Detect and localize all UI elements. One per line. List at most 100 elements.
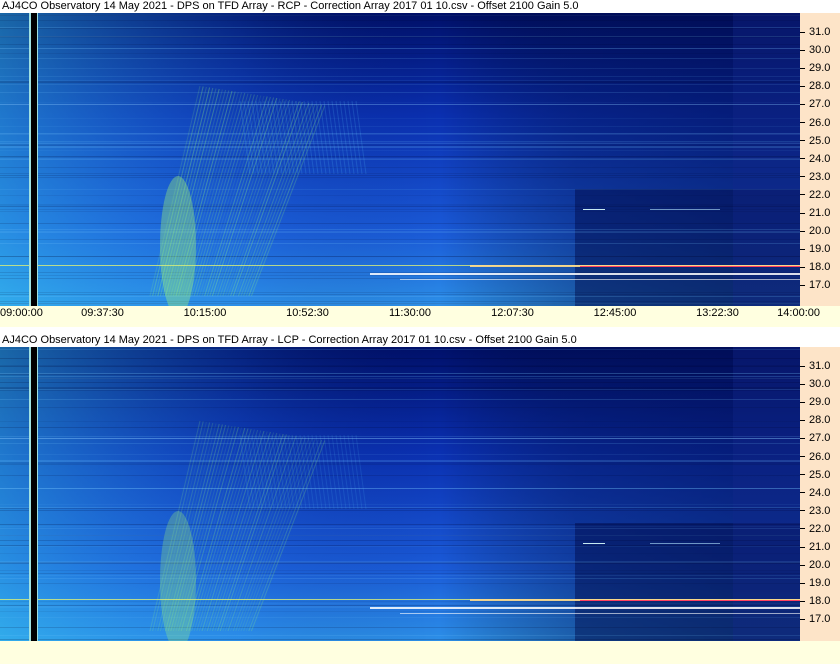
noise-streak — [0, 76, 800, 77]
noise-streak — [0, 528, 800, 529]
frequency-tick-label: 31.0 — [800, 360, 830, 372]
frequency-tick-mark — [800, 383, 805, 385]
frequency-tick-label: 25.0 — [800, 135, 830, 147]
noise-streak — [0, 146, 800, 147]
noise-streak — [0, 545, 800, 546]
frequency-tick-text: 20.0 — [809, 225, 831, 238]
rcp-spectrogram — [0, 13, 800, 306]
frequency-tick-label: 29.0 — [800, 396, 830, 408]
noise-streak — [0, 570, 800, 571]
frequency-tick-text: 31.0 — [809, 360, 831, 372]
noise-streak — [0, 256, 800, 257]
dash-21mhz — [583, 209, 605, 210]
frequency-tick-label: 24.0 — [800, 487, 830, 499]
frequency-tick-label: 31.0 — [800, 26, 830, 38]
frequency-tick-label: 20.0 — [800, 559, 830, 571]
noise-streak — [0, 578, 800, 579]
frequency-tick-mark — [800, 600, 805, 602]
frequency-tick-mark — [800, 401, 805, 403]
noise-streak — [0, 142, 800, 143]
noise-streak — [0, 44, 800, 45]
noise-streak — [0, 463, 800, 464]
frequency-tick-label: 30.0 — [800, 378, 830, 390]
noise-streak — [0, 583, 800, 584]
noise-streak — [0, 461, 800, 462]
noise-streak — [0, 28, 800, 29]
noise-streak — [0, 301, 800, 302]
frequency-tick-text: 23.0 — [809, 170, 831, 183]
frequency-tick-label: 27.0 — [800, 432, 830, 444]
frequency-tick-label: 26.0 — [800, 117, 830, 129]
frequency-tick-mark — [800, 456, 805, 458]
noise-streak — [0, 232, 800, 233]
frequency-tick-text: 29.0 — [809, 396, 831, 409]
frequency-tick-label: 17.0 — [800, 279, 830, 291]
spectrogram-canvas — [0, 347, 800, 641]
emission-line-d — [400, 279, 800, 280]
spectrogram-canvas — [0, 13, 800, 306]
noise-streak — [0, 378, 800, 379]
frequency-tick-label: 18.0 — [800, 595, 830, 607]
noise-streak — [0, 195, 800, 196]
frequency-tick-label: 22.0 — [800, 523, 830, 535]
noise-streak — [0, 488, 800, 489]
frequency-tick-mark — [800, 31, 805, 33]
noise-streak — [0, 204, 800, 205]
artifact-edge — [37, 13, 38, 306]
frequency-tick-label: 18.0 — [800, 261, 830, 273]
noise-streak — [0, 475, 800, 476]
noise-streak — [0, 145, 800, 146]
artifact-line — [31, 347, 37, 641]
noise-streak — [0, 68, 800, 69]
frequency-tick-mark — [800, 528, 805, 530]
noise-streak — [0, 157, 800, 158]
noise-streak — [0, 553, 800, 554]
frequency-tick-label: 24.0 — [800, 153, 830, 165]
frequency-tick-mark — [800, 103, 805, 105]
time-tick-label: 10:52:30 — [286, 307, 329, 319]
noise-streak — [0, 443, 800, 444]
noise-streak — [0, 80, 800, 81]
frequency-tick-text: 29.0 — [809, 62, 831, 75]
frequency-tick-mark — [800, 122, 805, 124]
noise-streak — [0, 390, 800, 391]
frequency-tick-mark — [800, 492, 805, 494]
noise-streak — [0, 563, 800, 564]
frequency-tick-mark — [800, 248, 805, 250]
frequency-tick-text: 31.0 — [809, 26, 831, 38]
frequency-tick-text: 27.0 — [809, 432, 831, 445]
noise-streak — [0, 617, 800, 618]
frequency-tick-label: 28.0 — [800, 414, 830, 426]
noise-streak — [0, 407, 800, 408]
frequency-tick-text: 24.0 — [809, 486, 831, 499]
noise-streak — [0, 92, 800, 93]
noise-streak — [0, 141, 800, 142]
noise-streak — [0, 239, 800, 240]
noise-streak — [0, 504, 800, 505]
frequency-tick-label: 26.0 — [800, 451, 830, 463]
artifact-edge — [29, 347, 31, 641]
noise-streak — [0, 159, 800, 160]
noise-streak — [0, 150, 800, 151]
frequency-tick-text: 20.0 — [809, 559, 831, 572]
noise-streak — [0, 126, 800, 127]
time-tick-label: 11:30:00 — [388, 307, 432, 319]
noise-streak — [0, 387, 800, 388]
frequency-tick-mark — [800, 582, 805, 584]
noise-streak — [0, 388, 800, 389]
late-band — [733, 347, 800, 641]
frequency-tick-text: 28.0 — [809, 414, 831, 427]
noise-streak — [0, 573, 800, 574]
frequency-tick-label: 19.0 — [800, 243, 830, 255]
noise-streak — [0, 134, 800, 135]
noise-streak — [0, 272, 800, 273]
frequency-tick-label: 17.0 — [800, 613, 830, 625]
noise-streak — [0, 231, 800, 232]
lcp-frequency-axis: 31.0 30.0 29.0 28.0 27.0 26.0 25.0 24.0 23.0 22.0… — [800, 347, 840, 641]
emission-line-d — [400, 613, 800, 614]
noise-streak — [0, 366, 800, 367]
noise-streak — [0, 389, 800, 390]
noise-streak — [0, 399, 800, 400]
frequency-tick-mark — [800, 230, 805, 232]
frequency-tick-mark — [800, 140, 805, 142]
